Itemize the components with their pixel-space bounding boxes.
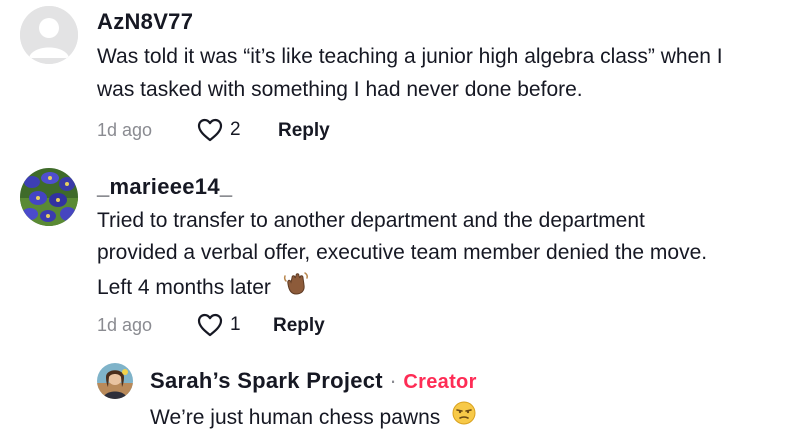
comment-text-line: was tasked with something I had never do… [97, 78, 583, 101]
unamused-face-icon [452, 401, 476, 436]
reply-username[interactable]: Sarah’s Spark Project [150, 368, 383, 393]
reply-text: We’re just human chess pawns [150, 405, 441, 429]
comment-text-line: Tried to transfer to another department … [97, 209, 645, 232]
comment-username[interactable]: AzN8V77 [97, 9, 193, 35]
like-button[interactable]: 1 [197, 313, 241, 337]
like-count: 1 [230, 314, 241, 335]
waving-hand-icon [283, 270, 309, 307]
reply-button[interactable]: Reply [278, 120, 330, 142]
creator-badge: Creator [403, 371, 477, 393]
comment-text-line: Was told it was “it’s like teaching a ju… [97, 45, 723, 68]
default-avatar-icon [20, 6, 78, 64]
reply-username-row: Sarah’s Spark Project · Creator [150, 368, 477, 394]
reply-button[interactable]: Reply [273, 315, 325, 337]
creator-separator: · [389, 368, 397, 393]
flower-avatar-image [20, 168, 78, 226]
creator-avatar-image [97, 363, 133, 399]
heart-icon [197, 313, 223, 337]
like-count: 2 [230, 119, 241, 140]
comment-text-line-with-emoji: Left 4 months later [97, 270, 309, 307]
avatar[interactable] [20, 168, 78, 226]
comment-text-line: provided a verbal offer, executive team … [97, 241, 708, 264]
avatar[interactable] [20, 6, 78, 64]
comment-timestamp: 1d ago [97, 315, 153, 335]
reply-text-row: We’re just human chess pawns [150, 401, 476, 436]
heart-icon [197, 118, 223, 142]
comment-timestamp: 1d ago [97, 120, 153, 140]
comment-username[interactable]: _marieee14_ [97, 174, 232, 200]
like-button[interactable]: 2 [197, 118, 241, 142]
comment-text-segment: Left 4 months later [97, 275, 271, 299]
avatar[interactable] [97, 363, 133, 399]
